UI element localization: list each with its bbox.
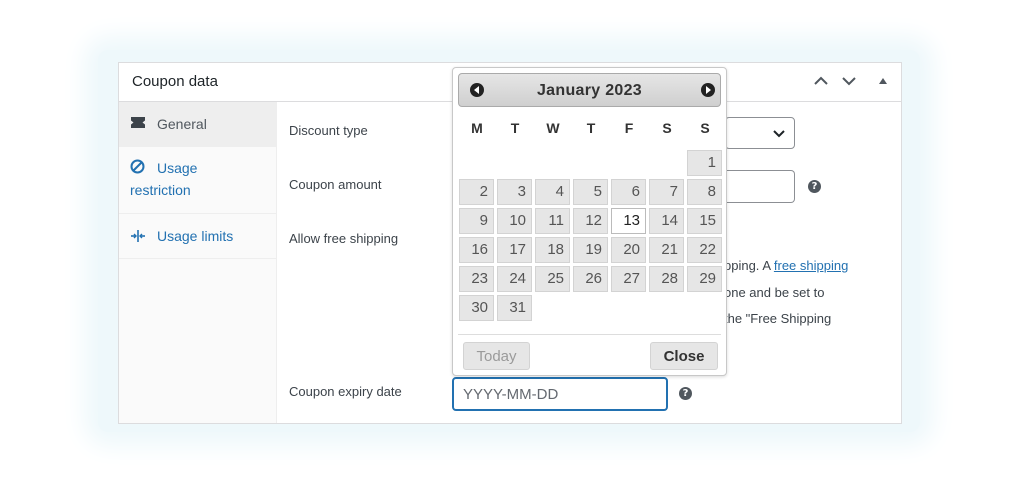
calendar-day[interactable]: 22 [687,237,722,263]
calendar-grid: 1 2 3 4 5 6 7 8 9 10 11 12 13 14 15 16 17 18 19 20 21 22 23 24 2… [453,68,726,375]
tab-usage-restriction-label-1: Usage [157,160,198,176]
free-shipping-description-1: pping. A free shipping [724,258,848,273]
calendar-day[interactable]: 24 [497,266,532,292]
calendar-day[interactable]: 21 [649,237,684,263]
calendar-day[interactable]: 30 [459,295,494,321]
tab-usage-restriction[interactable]: Usage restriction [119,147,276,214]
calendar-day[interactable]: 23 [459,266,494,292]
chevron-down-icon [842,77,856,86]
calendar-day[interactable]: 26 [573,266,608,292]
panel-title: Coupon data [132,73,218,90]
coupon-amount-label: Coupon amount [289,177,382,192]
datepicker: January 2023 M T W T F S S 1 2 3 4 5 6 7 8 9 10 11… [452,67,727,376]
toggle-panel-button[interactable] [873,71,893,91]
move-down-button[interactable] [839,71,859,91]
calendar-day[interactable]: 19 [573,237,608,263]
calendar-day[interactable]: 16 [459,237,494,263]
expiry-date-label: Coupon expiry date [289,384,402,399]
discount-type-label: Discount type [289,123,368,138]
tab-usage-limits[interactable]: Usage limits [119,214,276,259]
calendar-day[interactable]: 6 [611,179,646,205]
coupon-amount-input[interactable] [725,170,795,203]
calendar-day[interactable]: 7 [649,179,684,205]
calendar-day-today[interactable]: 13 [611,208,646,234]
coupon-tabs: General Usage restriction Usage limits [119,102,277,423]
calendar-day[interactable]: 12 [573,208,608,234]
calendar-day[interactable]: 28 [649,266,684,292]
discount-type-select[interactable] [725,117,795,149]
close-button[interactable]: Close [650,342,718,370]
calendar-day[interactable]: 5 [573,179,608,205]
move-up-button[interactable] [811,71,831,91]
calendar-day[interactable]: 25 [535,266,570,292]
calendar-day[interactable]: 8 [687,179,722,205]
tab-usage-limits-label: Usage limits [157,228,234,244]
triangle-up-icon [879,78,887,84]
ticket-icon [130,116,146,132]
calendar-day[interactable]: 15 [687,208,722,234]
calendar-day[interactable]: 29 [687,266,722,292]
calendar-day[interactable]: 31 [497,295,532,321]
calendar-day[interactable]: 3 [497,179,532,205]
help-icon: ? [679,387,692,400]
tab-general-label: General [157,116,207,132]
block-icon [130,159,145,177]
calendar-day[interactable]: 9 [459,208,494,234]
free-shipping-label: Allow free shipping [289,231,399,246]
limits-icon [130,229,146,246]
calendar-day[interactable]: 4 [535,179,570,205]
calendar-day[interactable]: 27 [611,266,646,292]
calendar-day[interactable]: 10 [497,208,532,234]
chevron-up-icon [814,76,828,85]
expiry-date-input[interactable] [452,377,668,411]
help-icon: ? [808,180,821,193]
calendar-day[interactable]: 17 [497,237,532,263]
datepicker-divider [458,334,721,335]
free-shipping-description-2: one and be set to [724,285,825,300]
free-shipping-description-3: the "Free Shipping [724,311,832,326]
calendar-day[interactable]: 11 [535,208,570,234]
calendar-day[interactable]: 2 [459,179,494,205]
tab-usage-restriction-label-2: restriction [130,182,191,198]
chevron-down-icon [773,130,785,138]
free-shipping-link[interactable]: free shipping [774,258,848,273]
tab-general[interactable]: General [119,102,276,147]
calendar-day[interactable]: 18 [535,237,570,263]
today-button[interactable]: Today [463,342,530,370]
calendar-day[interactable]: 14 [649,208,684,234]
calendar-day[interactable]: 20 [611,237,646,263]
calendar-day[interactable]: 1 [687,150,722,176]
free-shipping-desc-text: pping. A [724,258,774,273]
